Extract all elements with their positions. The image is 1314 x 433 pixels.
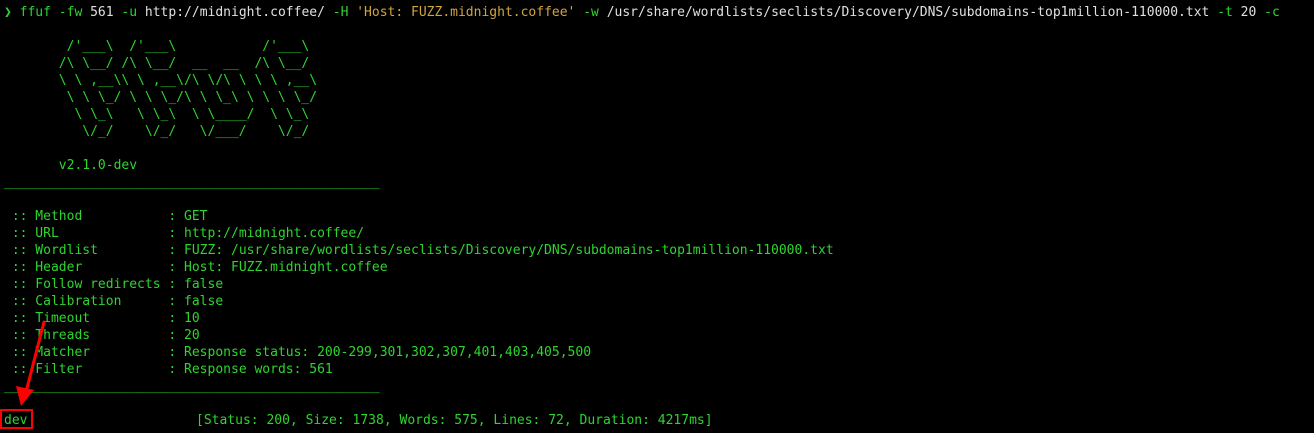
separator-top: ________________________________________… [4, 175, 380, 190]
config-value: : false [168, 294, 224, 309]
config-value: : http://midnight.coffee/ [168, 226, 365, 241]
url-argument: http://midnight.coffee/ [144, 5, 325, 20]
command-program: ffuf [19, 5, 51, 20]
config-row-follow-redirects: :: Follow redirects : false [4, 276, 223, 293]
config-value: : 10 [168, 311, 200, 326]
header-argument: 'Host: FUZZ.midnight.coffee' [356, 5, 576, 20]
flag-c: -c [1264, 5, 1280, 20]
config-row-threads: :: Threads : 20 [4, 327, 200, 344]
threads-argument: 20 [1240, 5, 1257, 20]
config-key: :: Header [4, 260, 169, 275]
config-key: :: Filter [4, 362, 169, 377]
prompt-arrow-icon: ❯ [4, 5, 12, 20]
config-row-wordlist: :: Wordlist : FUZZ: /usr/share/wordlists… [4, 242, 834, 259]
flag-fw: -fw [58, 5, 83, 20]
flag-h: -H [332, 5, 349, 20]
terminal-window[interactable]: ❯ ffuf -fw 561 -u http://midnight.coffee… [0, 0, 1314, 433]
config-row-calibration: :: Calibration : false [4, 293, 223, 310]
command-line: ❯ ffuf -fw 561 -u http://midnight.coffee… [4, 4, 1280, 21]
config-value: : false [168, 277, 224, 292]
config-value: : FUZZ: /usr/share/wordlists/seclists/Di… [168, 243, 834, 258]
flag-w: -w [583, 5, 599, 20]
config-key: :: Matcher [4, 345, 169, 360]
separator-bottom: ________________________________________… [4, 379, 380, 394]
config-value: : 20 [168, 328, 200, 343]
banner-line: \ \_\ \ \_\ \ \____/ \ \_\ [4, 107, 310, 122]
config-value: : GET [168, 209, 208, 224]
config-row-method: :: Method : GET [4, 208, 208, 225]
wordlist-argument: /usr/share/wordlists/seclists/Discovery/… [606, 5, 1210, 20]
config-key: :: Timeout [4, 311, 169, 326]
flag-u: -u [121, 5, 138, 20]
banner-line: \ \ \_/ \ \ \_/\ \ \_\ \ \ \ \_/ [4, 90, 318, 105]
flag-t: -t [1217, 5, 1233, 20]
config-value: : Response status: 200-299,301,302,307,4… [168, 345, 592, 360]
banner-line: /'___\ /'___\ /'___\ [4, 39, 310, 54]
banner-line: \ \ ,__\\ \ ,__\/\ \/\ \ \ \ ,__\ [4, 73, 318, 88]
config-value: : Response words: 561 [168, 362, 333, 377]
config-row-timeout: :: Timeout : 10 [4, 310, 200, 327]
config-row-url: :: URL : http://midnight.coffee/ [4, 225, 364, 242]
banner-line: /\ \__/ /\ \__/ __ __ /\ \__/ [4, 56, 310, 71]
banner-line: \/_/ \/_/ \/___/ \/_/ [4, 124, 310, 139]
config-row-header: :: Header : Host: FUZZ.midnight.coffee [4, 259, 388, 276]
config-key: :: Wordlist [4, 243, 169, 258]
config-key: :: URL [4, 226, 169, 241]
annotation-highlight-box [0, 409, 33, 429]
config-key: :: Threads [4, 328, 169, 343]
config-key: :: Calibration [4, 294, 169, 309]
config-row-matcher: :: Matcher : Response status: 200-299,30… [4, 344, 591, 361]
version-label: v2.1.0-dev [4, 158, 138, 173]
config-key: :: Method [4, 209, 169, 224]
result-info: [Status: 200, Size: 1738, Words: 575, Li… [196, 413, 713, 428]
config-value: : Host: FUZZ.midnight.coffee [168, 260, 388, 275]
flag-fw-value: 561 [90, 5, 114, 20]
config-row-filter: :: Filter : Response words: 561 [4, 361, 333, 378]
config-key: :: Follow redirects [4, 277, 169, 292]
